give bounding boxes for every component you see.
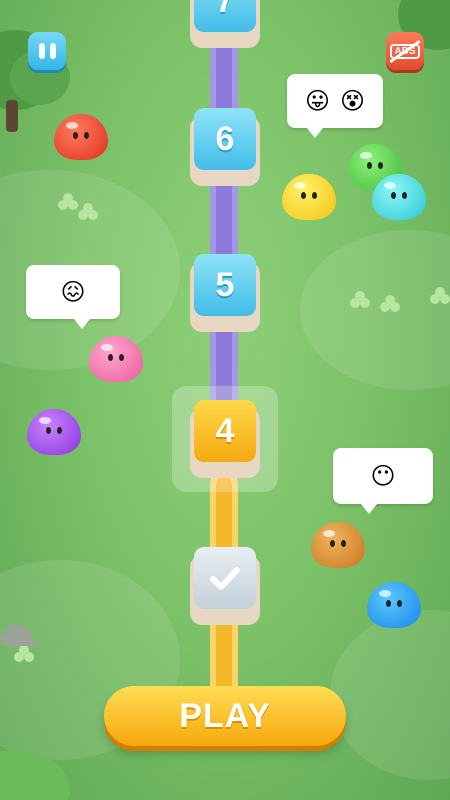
level-tile-5[interactable]: 5 [190, 254, 260, 332]
level-tile-7[interactable]: 7 [190, 0, 260, 48]
clover [380, 302, 390, 312]
tree-trunk [6, 100, 18, 132]
orange-jelly-character [311, 522, 365, 574]
hill [330, 610, 450, 780]
red-jelly-character [54, 114, 108, 166]
level-number: 5 [194, 254, 256, 316]
emoji-dizzy: 😵 [340, 87, 366, 115]
speech-bubble: 😛 😵 [287, 74, 383, 138]
pause-button[interactable] [28, 32, 66, 70]
remove-ads-button[interactable]: ADS [386, 32, 424, 70]
clover [350, 298, 360, 308]
play-button[interactable]: PLAY [104, 686, 346, 746]
pause-icon [38, 43, 45, 59]
pink-jelly-character [89, 336, 143, 388]
purple-jelly-character [27, 409, 81, 461]
level-tile-4-current[interactable]: 4 [190, 400, 260, 478]
level-number: 6 [194, 108, 256, 170]
clover [78, 210, 88, 220]
speech-bubble: 😶 [333, 448, 433, 514]
emoji-no-mouth: 😶 [370, 462, 396, 490]
hill [300, 230, 450, 390]
speech-bubble: 😖 [26, 265, 120, 329]
blue-jelly-character [367, 582, 421, 634]
level-number: 4 [194, 400, 256, 462]
yellow-jelly-character [282, 174, 336, 226]
clover [58, 200, 68, 210]
clover [14, 652, 24, 662]
checkmark-icon [210, 567, 240, 590]
level-tile-6[interactable]: 6 [190, 108, 260, 186]
level-tile-completed[interactable] [190, 547, 260, 625]
emoji-confounded: 😖 [60, 278, 86, 306]
level-number: 7 [194, 0, 256, 32]
cyan-jelly-character [372, 174, 426, 226]
clover [430, 294, 440, 304]
emoji-tongue: 😛 [304, 87, 330, 115]
